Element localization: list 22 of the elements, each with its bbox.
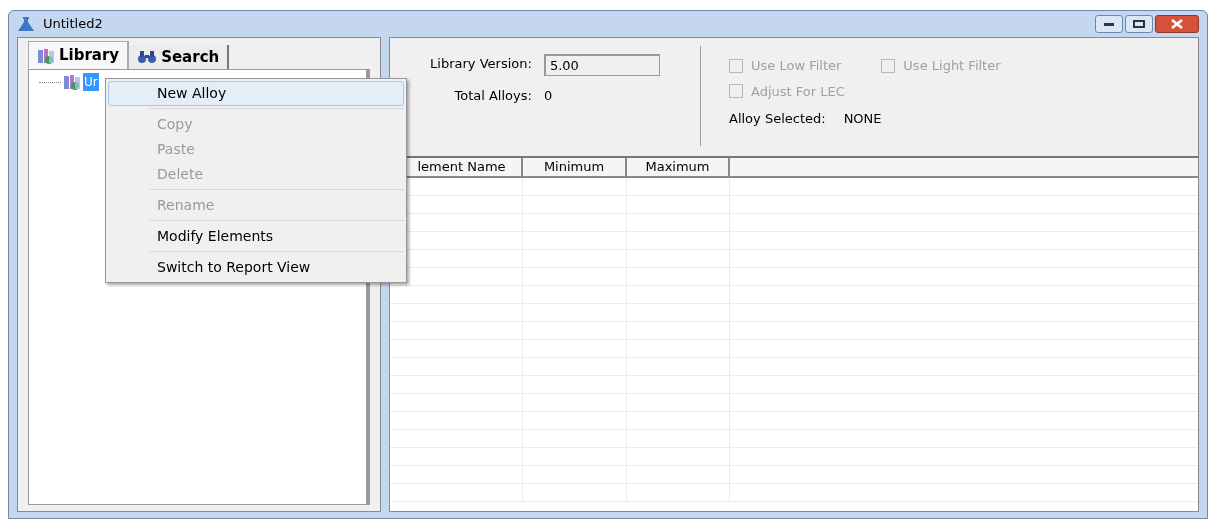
maximize-button[interactable] (1125, 15, 1153, 33)
checkbox-label: Adjust For LEC (751, 82, 845, 101)
column-header[interactable]: Maximum (627, 158, 730, 176)
menu-item[interactable]: Modify Elements (108, 224, 404, 249)
tab[interactable]: Search (129, 45, 230, 69)
close-button[interactable] (1155, 15, 1199, 33)
total-alloys-value: 0 (543, 87, 554, 105)
minimize-button[interactable] (1095, 15, 1123, 33)
column-header[interactable]: Minimum (523, 158, 627, 176)
checkbox-label: Use Light Filter (903, 57, 1001, 75)
binoculars-icon (137, 50, 158, 64)
field-label: Library Version: (430, 55, 532, 73)
version-field: 5.00 (543, 54, 660, 76)
checkbox-label: Use Low Filter (751, 57, 842, 75)
field-label: Alloy Selected: (729, 110, 826, 128)
menu-item[interactable]: Switch to Report View (108, 255, 404, 280)
menu-item[interactable]: New Alloy (108, 81, 404, 106)
field-label: Total Alloys: (453, 87, 532, 105)
close-icon (1171, 19, 1183, 29)
alloy-selected-value: NONE (843, 110, 882, 128)
window-title: Untitled2 (43, 15, 103, 34)
tab[interactable]: Library (28, 41, 130, 69)
